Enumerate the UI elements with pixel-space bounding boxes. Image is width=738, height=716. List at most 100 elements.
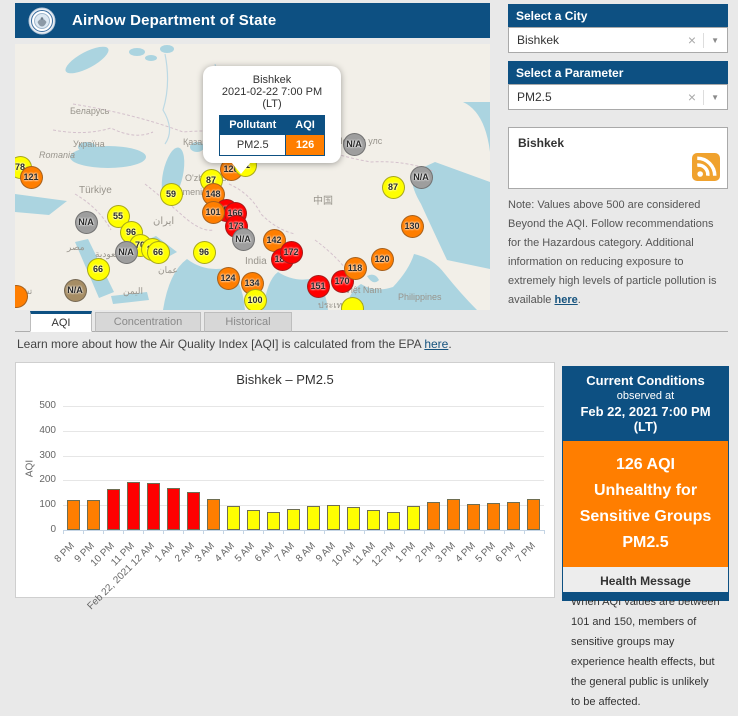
city-select[interactable]: Bishkek × ▼ [508, 27, 728, 53]
x-axis-tick [344, 530, 345, 534]
x-axis-tick [203, 530, 204, 534]
aqi-marker[interactable]: 172 [280, 241, 303, 264]
aqi-marker[interactable]: 124 [217, 267, 240, 290]
epa-link[interactable]: here [424, 337, 448, 351]
aqi-marker[interactable]: N/A [410, 166, 433, 189]
divider [703, 33, 704, 48]
x-axis-tick [464, 530, 465, 534]
learn-more: Learn more about how the Air Quality Ind… [17, 337, 452, 351]
aqi-marker[interactable]: N/A [64, 279, 87, 302]
aqi-value-cell: 126 [286, 135, 325, 156]
chart-bar[interactable] [267, 512, 280, 530]
cc-footer-bar [563, 592, 728, 600]
tab-concentration[interactable]: Concentration [95, 312, 201, 332]
chart-bar[interactable] [147, 483, 160, 530]
rss-feed-box: Bishkek [508, 127, 728, 189]
aqi-marker[interactable]: 101 [202, 201, 225, 224]
chart-bar[interactable] [227, 506, 240, 530]
dos-seal-icon [28, 7, 56, 35]
select-parameter-header: Select a Parameter [508, 61, 728, 84]
tabs-bar: AQI Concentration Historical [15, 311, 728, 332]
pollutant-value-cell: PM2.5 [220, 135, 286, 156]
parameter-select-value: PM2.5 [517, 90, 552, 104]
aqi-marker[interactable]: 66 [87, 258, 110, 281]
aqi-note: Note: Values above 500 are considered Be… [508, 196, 729, 310]
aqi-marker[interactable]: 87 [382, 176, 405, 199]
y-axis-tick-label: 100 [18, 499, 56, 510]
aqi-map[interactable]: БеларусьУкраїнаRomaniaҚазақстанTürkiyeO'… [15, 44, 490, 310]
aqi-marker[interactable]: 118 [344, 257, 367, 280]
x-axis-tick [424, 530, 425, 534]
divider [703, 90, 704, 105]
x-axis-tick [484, 530, 485, 534]
cc-title: Current Conditions [567, 373, 724, 388]
chart-bar[interactable] [87, 500, 100, 530]
popup-table: Pollutant AQI PM2.5 126 [219, 115, 325, 156]
y-axis-tick-label: 300 [18, 450, 56, 461]
chart-bar[interactable] [447, 499, 460, 530]
x-axis-tick [163, 530, 164, 534]
aqi-marker[interactable]: N/A [75, 211, 98, 234]
chart-bar[interactable] [67, 500, 80, 530]
cc-datetime: Feb 22, 2021 7:00 PM (LT) [567, 404, 724, 434]
learn-more-text: Learn more about how the Air Quality Ind… [17, 337, 424, 351]
chart-bar[interactable] [307, 506, 320, 530]
app-title: AirNow Department of State [72, 12, 276, 29]
chart-bar[interactable] [127, 482, 140, 530]
rss-icon[interactable] [692, 153, 720, 181]
x-axis-tick [304, 530, 305, 534]
chart-bar[interactable] [427, 502, 440, 530]
popup-datetime: 2021-02-22 7:00 PM [207, 86, 337, 98]
chart-bar[interactable] [507, 502, 520, 530]
aqi-marker[interactable]: 96 [193, 241, 216, 264]
tab-historical[interactable]: Historical [204, 312, 292, 332]
pollutant-header-cell: Pollutant [220, 116, 286, 135]
y-axis-tick-label: 400 [18, 425, 56, 436]
tab-aqi[interactable]: AQI [30, 311, 92, 332]
chart-bar[interactable] [327, 505, 340, 530]
aqi-marker[interactable]: 151 [307, 275, 330, 298]
aqi-marker[interactable]: 66 [147, 241, 170, 264]
chart-bar[interactable] [367, 510, 380, 530]
chart-bar[interactable] [107, 489, 120, 530]
popup-tail [231, 162, 251, 174]
app-header: AirNow Department of State [15, 3, 490, 38]
aqi-marker[interactable]: N/A [115, 241, 138, 264]
chart-bar[interactable] [467, 504, 480, 530]
parameter-caret-icon[interactable]: ▼ [711, 93, 719, 102]
aqi-marker[interactable]: N/A [232, 228, 255, 251]
parameter-select[interactable]: PM2.5 × ▼ [508, 84, 728, 110]
chart-bar[interactable] [287, 509, 300, 530]
x-axis-tick [404, 530, 405, 534]
chart-bar[interactable] [167, 488, 180, 530]
chart-bar[interactable] [207, 499, 220, 530]
aqi-marker[interactable]: 59 [160, 183, 183, 206]
aqi-marker[interactable]: 121 [20, 166, 43, 189]
cc-category: Unhealthy for Sensitive Groups [569, 478, 722, 530]
aqi-marker[interactable]: 130 [401, 215, 424, 238]
chart-bar[interactable] [187, 492, 200, 530]
x-axis-tick [143, 530, 144, 534]
note-link[interactable]: here [554, 294, 577, 306]
feed-title: Bishkek [518, 136, 564, 150]
clear-parameter-icon[interactable]: × [688, 90, 696, 104]
x-axis-tick [283, 530, 284, 534]
chart-bar[interactable] [247, 510, 260, 530]
city-caret-icon[interactable]: ▼ [711, 36, 719, 45]
cc-header: Current Conditions observed at Feb 22, 2… [563, 367, 728, 441]
x-axis-tick [544, 530, 545, 534]
aqi-marker[interactable]: N/A [343, 133, 366, 156]
x-axis-tick [444, 530, 445, 534]
chart-bar[interactable] [407, 506, 420, 530]
chart-bar[interactable] [527, 499, 540, 530]
aqi-marker[interactable]: 100 [244, 289, 267, 311]
x-axis-tick [103, 530, 104, 534]
chart-bar[interactable] [347, 507, 360, 530]
chart-bar[interactable] [387, 512, 400, 530]
x-axis-tick [263, 530, 264, 534]
x-axis-tick [243, 530, 244, 534]
chart-bar[interactable] [487, 503, 500, 530]
aqi-marker[interactable]: 120 [371, 248, 394, 271]
clear-city-icon[interactable]: × [688, 33, 696, 47]
x-axis-tick [524, 530, 525, 534]
